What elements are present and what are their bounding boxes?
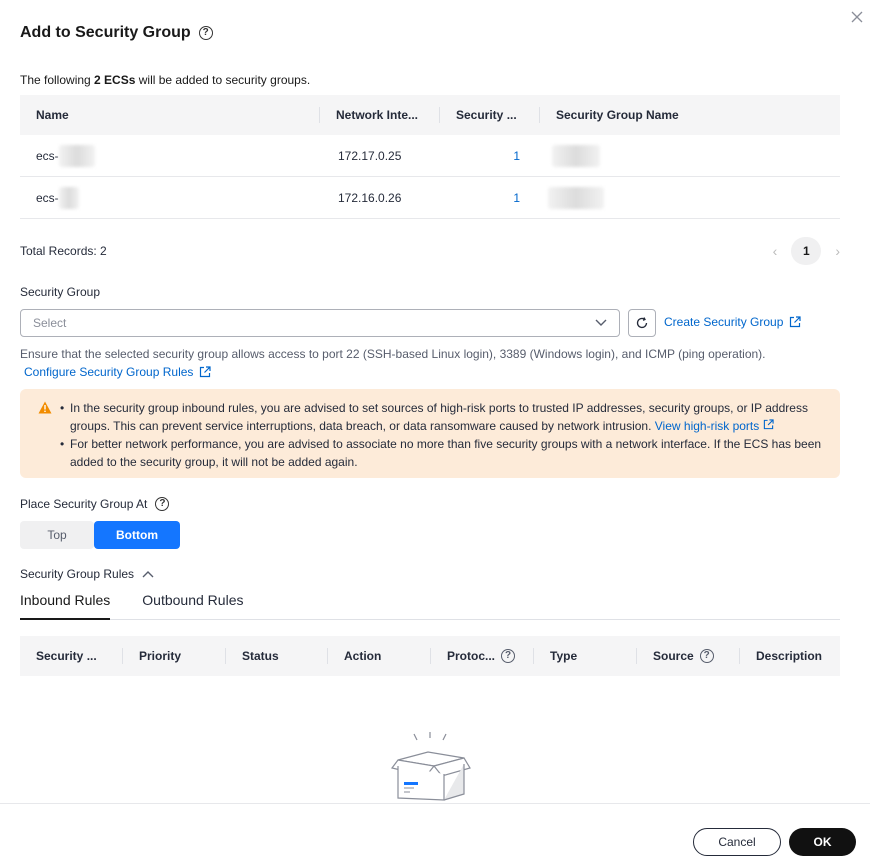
help-icon[interactable]: ?	[699, 649, 714, 663]
col-name[interactable]: Name	[20, 95, 320, 135]
configure-rules-label: Configure Security Group Rules	[24, 365, 194, 379]
page-number[interactable]: 1	[791, 237, 822, 265]
col-source-label: Source	[653, 649, 694, 663]
col-description[interactable]: Description	[740, 636, 840, 676]
dialog-title-text: Add to Security Group	[20, 24, 191, 41]
col-type[interactable]: Type	[534, 636, 637, 676]
pagination: ‹ 1 ›	[773, 237, 840, 265]
help-icon[interactable]: ?	[501, 649, 516, 663]
intro-count: 2 ECSs	[94, 73, 136, 87]
select-placeholder: Select	[33, 316, 67, 330]
rules-table: Security ... Priority Status Action Prot…	[20, 636, 840, 676]
ecs-name: ecs-	[36, 148, 59, 163]
ecs-table-header: Name Network Inte... Security ... Securi…	[20, 95, 840, 135]
redacted-name	[58, 186, 79, 209]
help-icon[interactable]: ?	[155, 497, 170, 511]
col-protocol[interactable]: Protoc...?	[431, 636, 534, 676]
warning-item: In the security group inbound rules, you…	[60, 399, 828, 435]
col-security-count[interactable]: Security ...	[440, 95, 540, 135]
dialog-title: Add to Security Group ?	[20, 24, 213, 42]
table-row: ecs- 172.16.0.26 1	[20, 177, 840, 219]
ecs-name-cell: ecs-	[20, 177, 320, 218]
refresh-button[interactable]	[628, 309, 656, 337]
redacted-group	[552, 144, 600, 167]
intro-prefix: The following	[20, 73, 95, 87]
placement-label-row: Place Security Group At ?	[20, 497, 170, 511]
col-protocol-label: Protoc...	[447, 649, 496, 663]
ecs-name: ecs-	[36, 190, 59, 205]
security-group-label: Security Group	[20, 285, 101, 299]
col-security-group-name[interactable]: Security Group Name	[540, 95, 840, 135]
security-group-name-cell	[540, 177, 840, 218]
create-security-group-link[interactable]: Create Security Group	[664, 315, 801, 329]
close-icon[interactable]	[850, 10, 864, 24]
external-link-icon	[763, 419, 774, 430]
col-status[interactable]: Status	[226, 636, 328, 676]
warning-alert: In the security group inbound rules, you…	[20, 389, 840, 478]
tab-outbound-rules[interactable]: Outbound Rules	[142, 592, 243, 620]
create-security-group-label: Create Security Group	[664, 315, 784, 329]
chevron-right-icon[interactable]: ›	[835, 243, 840, 259]
rules-label: Security Group Rules	[20, 567, 135, 581]
intro-text: The following 2 ECSs will be added to se…	[20, 73, 310, 87]
ecs-table: Name Network Inte... Security ... Securi…	[20, 95, 840, 219]
tab-inbound-rules[interactable]: Inbound Rules	[20, 592, 111, 620]
intro-suffix: will be added to security groups.	[135, 73, 311, 87]
warning-item: For better network performance, you are …	[60, 435, 828, 471]
empty-box-icon	[390, 732, 471, 801]
redacted-name	[58, 144, 95, 167]
view-high-risk-ports-link[interactable]: View high-risk ports	[655, 419, 759, 433]
placement-toggle: Top Bottom	[20, 521, 180, 549]
configure-rules-link[interactable]: Configure Security Group Rules	[24, 365, 212, 379]
security-group-rules-toggle[interactable]: Security Group Rules	[20, 567, 154, 581]
table-row: ecs- 172.17.0.25 1	[20, 135, 840, 177]
total-records: Total Records: 2	[20, 244, 107, 258]
chevron-down-icon	[595, 319, 607, 326]
network-cell: 172.16.0.26	[338, 190, 402, 205]
external-link-icon	[790, 316, 801, 328]
col-network-interface[interactable]: Network Inte...	[320, 95, 440, 135]
placement-bottom-button[interactable]: Bottom	[94, 521, 180, 549]
redacted-group	[548, 186, 604, 209]
security-count-link[interactable]: 1	[440, 135, 540, 176]
col-priority[interactable]: Priority	[123, 636, 226, 676]
chevron-left-icon[interactable]: ‹	[773, 243, 778, 259]
placement-top-button[interactable]: Top	[20, 521, 94, 549]
ok-button[interactable]: OK	[789, 828, 856, 856]
placement-label: Place Security Group At	[20, 497, 148, 511]
external-link-icon	[200, 366, 212, 378]
ecs-name-cell: ecs-	[20, 135, 320, 176]
chevron-up-icon	[142, 571, 154, 578]
warning-icon	[38, 401, 52, 414]
help-icon[interactable]: ?	[198, 26, 213, 40]
security-group-name-cell	[540, 135, 840, 176]
rules-tabs: Inbound Rules Outbound Rules	[20, 592, 840, 620]
rules-table-header: Security ... Priority Status Action Prot…	[20, 636, 840, 676]
network-cell: 172.17.0.25	[338, 148, 402, 163]
col-security[interactable]: Security ...	[20, 636, 123, 676]
col-action[interactable]: Action	[328, 636, 431, 676]
security-group-select[interactable]: Select	[20, 309, 620, 337]
security-group-hint: Ensure that the selected security group …	[20, 347, 766, 361]
refresh-icon	[636, 317, 648, 329]
col-source[interactable]: Source?	[637, 636, 740, 676]
footer-divider	[0, 803, 870, 804]
cancel-button[interactable]: Cancel	[693, 828, 781, 856]
security-count-link[interactable]: 1	[440, 177, 540, 218]
